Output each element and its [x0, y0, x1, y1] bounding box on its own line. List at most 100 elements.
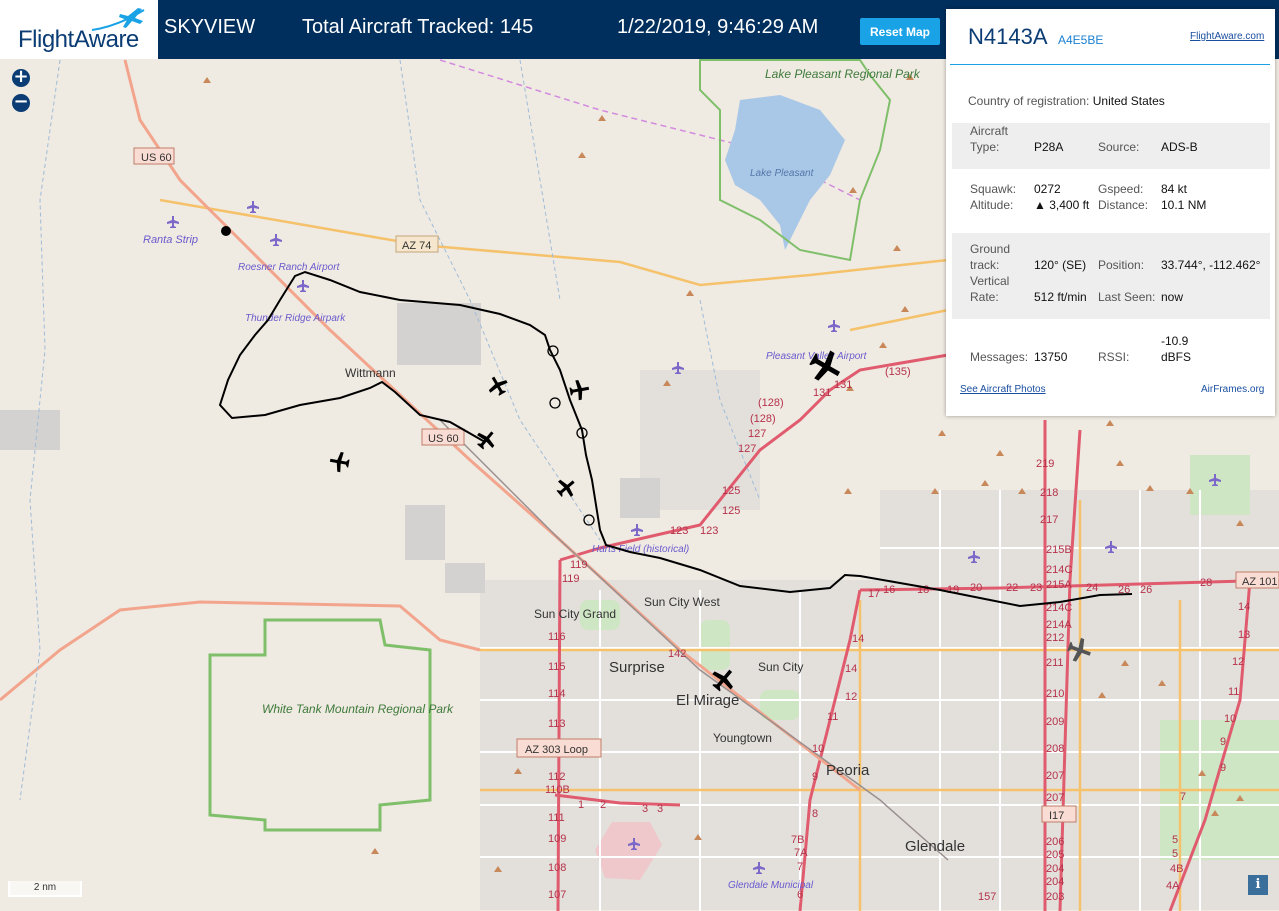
- zoom-in-button[interactable]: +: [12, 68, 30, 87]
- svg-text:(135): (135): [885, 366, 911, 378]
- tracked-label: Total Aircraft Tracked:: [302, 16, 495, 38]
- position-label: Position:: [1098, 258, 1145, 272]
- svg-text:215B: 215B: [1046, 544, 1072, 556]
- tracked-count: 145: [499, 16, 534, 38]
- svg-text:119: 119: [562, 573, 580, 585]
- country-value: United States: [1092, 94, 1165, 108]
- squawk-value: 0272: [1034, 182, 1061, 196]
- svg-text:7: 7: [1180, 791, 1186, 803]
- gspeed-label: Gspeed:: [1098, 182, 1144, 196]
- aircraft-hex-code: A4E5BE: [1058, 33, 1104, 47]
- svg-text:210: 210: [1046, 688, 1064, 700]
- svg-text:204: 204: [1046, 876, 1064, 888]
- svg-text:26: 26: [1140, 584, 1152, 596]
- aircraft-photos-link[interactable]: See Aircraft Photos: [960, 384, 1046, 395]
- distance-value: 10.1 NM: [1161, 198, 1207, 212]
- info-block-messages: Messages: 13750 RSSI: -10.9 dBFS: [952, 333, 1270, 369]
- aircraft-ident: N4143A: [968, 24, 1048, 49]
- svg-text:16: 16: [883, 584, 895, 596]
- svg-text:107: 107: [548, 889, 566, 901]
- last-seen-value: now: [1161, 290, 1184, 304]
- shield-i17: I17: [1049, 810, 1064, 822]
- svg-text:(128): (128): [750, 413, 776, 425]
- shield-az303: AZ 303 Loop: [525, 744, 588, 756]
- svg-text:11: 11: [1228, 686, 1239, 698]
- altitude-label: Altitude:: [970, 198, 1014, 212]
- svg-text:115: 115: [548, 661, 566, 673]
- flightaware-logo[interactable]: FlightAware: [0, 0, 158, 59]
- airframes-link[interactable]: AirFrames.org: [1201, 384, 1264, 395]
- svg-text:127: 127: [738, 443, 756, 455]
- svg-text:17: 17: [868, 588, 880, 600]
- flightaware-link[interactable]: FlightAware.com: [1190, 31, 1264, 42]
- svg-text:203: 203: [1046, 891, 1064, 903]
- label-sun-city-grand: Sun City Grand: [534, 607, 616, 621]
- svg-text:127: 127: [748, 428, 766, 440]
- svg-text:1: 1: [578, 799, 584, 811]
- vertical-rate-label-2: Rate:: [970, 290, 999, 304]
- label-glendale: Glendale: [905, 838, 965, 855]
- svg-text:205: 205: [1046, 849, 1064, 861]
- shield-us60-a: US 60: [141, 152, 172, 164]
- label-lake-pleasant: Lake Pleasant: [750, 168, 815, 179]
- info-icon[interactable]: i: [1248, 875, 1268, 895]
- svg-text:2: 2: [600, 799, 606, 811]
- svg-text:10: 10: [812, 743, 824, 755]
- svg-text:8: 8: [812, 808, 818, 820]
- svg-text:116: 116: [548, 631, 566, 643]
- svg-text:207: 207: [1046, 770, 1064, 782]
- svg-text:9: 9: [1220, 736, 1226, 748]
- svg-text:4B: 4B: [1170, 863, 1183, 875]
- svg-text:7B: 7B: [791, 834, 804, 846]
- svg-text:125: 125: [722, 485, 740, 497]
- svg-text:3: 3: [657, 803, 663, 815]
- svg-text:14: 14: [1238, 601, 1250, 613]
- shield-us60-b: US 60: [428, 433, 459, 445]
- svg-text:119: 119: [570, 559, 588, 571]
- svg-text:123: 123: [670, 525, 688, 537]
- svg-text:214C: 214C: [1046, 564, 1072, 576]
- svg-text:214A: 214A: [1046, 619, 1072, 631]
- svg-text:22: 22: [1006, 582, 1018, 594]
- country-row: Country of registration: United States: [968, 94, 1165, 108]
- aircraft-info-panel: N4143A A4E5BE FlightAware.com Country of…: [946, 9, 1275, 416]
- svg-text:114: 114: [548, 688, 566, 700]
- svg-text:217: 217: [1040, 514, 1058, 526]
- svg-text:7: 7: [797, 861, 803, 873]
- svg-text:108: 108: [548, 862, 566, 874]
- svg-text:109: 109: [548, 833, 566, 845]
- app-title: SKYVIEW: [164, 16, 256, 38]
- label-lake-pleasant-park: Lake Pleasant Regional Park: [765, 67, 921, 81]
- svg-text:212: 212: [1046, 632, 1064, 644]
- svg-text:110B: 110B: [545, 784, 570, 796]
- receiver-location-marker: [221, 226, 231, 236]
- svg-text:12: 12: [1232, 656, 1244, 668]
- gspeed-value: 84 kt: [1161, 182, 1188, 196]
- aircraft-type-label-1: Aircraft: [970, 124, 1009, 138]
- svg-text:7A: 7A: [794, 847, 808, 859]
- label-white-tank: White Tank Mountain Regional Park: [262, 702, 454, 716]
- label-thunder-ridge: Thunder Ridge Airpark: [245, 313, 346, 324]
- rssi-label: RSSI:: [1098, 350, 1130, 364]
- svg-text:219: 219: [1036, 458, 1054, 470]
- zoom-out-button[interactable]: −: [12, 93, 30, 112]
- messages-label: Messages:: [970, 350, 1029, 364]
- svg-text:112: 112: [548, 771, 566, 783]
- svg-text:28: 28: [1200, 577, 1212, 589]
- svg-text:13: 13: [1238, 629, 1250, 641]
- label-ranta-strip: Ranta Strip: [143, 234, 198, 246]
- svg-text:14: 14: [845, 663, 857, 675]
- svg-text:215A: 215A: [1046, 579, 1072, 591]
- reset-map-button[interactable]: Reset Map: [860, 18, 940, 45]
- svg-text:5: 5: [1172, 834, 1178, 846]
- rssi-unit: dBFS: [1161, 350, 1192, 364]
- label-sun-city: Sun City: [758, 660, 803, 674]
- logo-text: FlightAware: [18, 26, 139, 53]
- ground-track-label-2: track:: [970, 258, 1000, 272]
- source-value: ADS-B: [1161, 140, 1198, 154]
- svg-text:14: 14: [852, 633, 864, 645]
- label-peoria: Peoria: [826, 762, 870, 779]
- aircraft-tracked-counter: Total Aircraft Tracked: 145: [302, 16, 533, 39]
- svg-text:204: 204: [1046, 863, 1064, 875]
- squawk-label: Squawk:: [970, 182, 1017, 196]
